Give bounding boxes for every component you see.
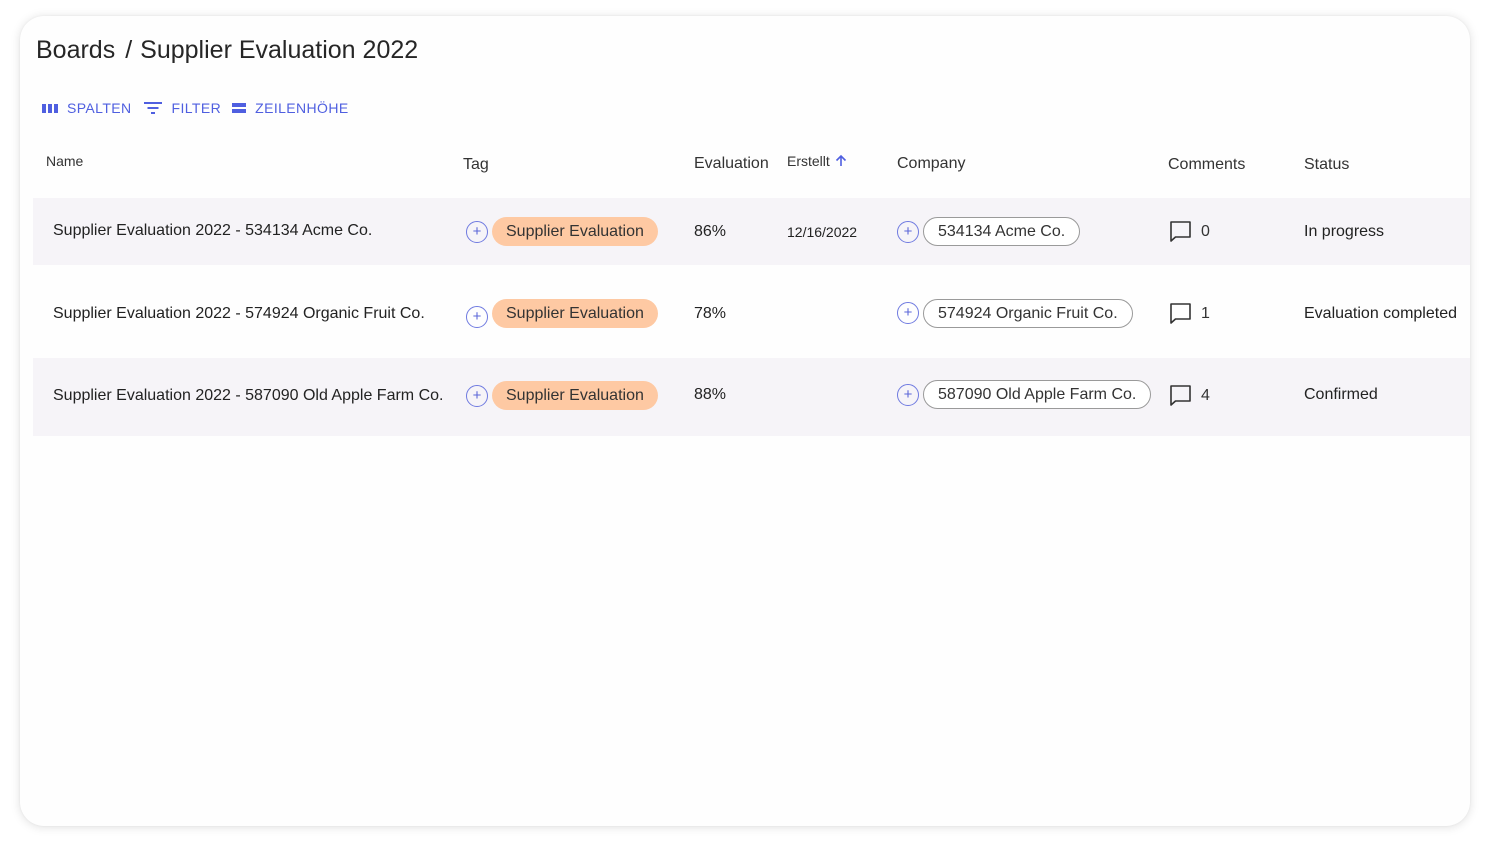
comment-icon — [1170, 221, 1191, 242]
tag-chip[interactable]: Supplier Evaluation — [492, 217, 658, 246]
row-comments[interactable]: 0 — [1170, 221, 1210, 242]
company-chip[interactable]: 534134 Acme Co. — [923, 217, 1081, 246]
add-tag-button[interactable]: + — [466, 385, 488, 407]
add-tag-button[interactable]: + — [466, 306, 488, 328]
add-tag-button[interactable]: + — [466, 221, 488, 243]
breadcrumb-separator: / — [125, 36, 133, 64]
column-header-status[interactable]: Status — [1304, 156, 1349, 174]
filter-button[interactable]: FILTER — [143, 100, 222, 116]
columns-button-label: SPALTEN — [67, 100, 132, 116]
table-row[interactable]: Supplier Evaluation 2022 - 534134 Acme C… — [33, 198, 1470, 265]
company-chip[interactable]: 587090 Old Apple Farm Co. — [923, 380, 1152, 409]
table-row[interactable]: Supplier Evaluation 2022 - 587090 Old Ap… — [33, 358, 1470, 436]
comment-count: 0 — [1201, 222, 1210, 240]
column-header-name[interactable]: Name — [46, 153, 83, 169]
add-company-button[interactable]: + — [897, 384, 919, 406]
columns-icon — [42, 103, 58, 113]
row-height-button[interactable]: ZEILENHÖHE — [232, 100, 348, 116]
row-status: Evaluation completed — [1304, 305, 1457, 322]
comment-count: 1 — [1201, 304, 1210, 322]
table-row[interactable]: Supplier Evaluation 2022 - 574924 Organi… — [33, 265, 1470, 358]
row-evaluation: 88% — [694, 386, 727, 403]
tag-chip[interactable]: Supplier Evaluation — [492, 299, 658, 328]
column-header-created[interactable]: Erstellt — [787, 153, 847, 169]
company-chip[interactable]: 574924 Organic Fruit Co. — [923, 299, 1133, 328]
add-company-button[interactable]: + — [897, 221, 919, 243]
comment-count: 4 — [1201, 386, 1210, 404]
comment-icon — [1170, 385, 1191, 406]
row-comments[interactable]: 1 — [1170, 303, 1210, 324]
row-created: 12/16/2022 — [787, 224, 858, 240]
page-title: Supplier Evaluation 2022 — [140, 36, 419, 64]
row-height-button-label: ZEILENHÖHE — [255, 100, 349, 116]
filter-icon — [143, 102, 162, 114]
breadcrumb: Boards / Supplier Evaluation 2022 — [36, 36, 418, 65]
column-header-created-label: Erstellt — [787, 153, 830, 169]
arrow-up-icon[interactable] — [835, 154, 847, 167]
grid-toolbar: SPALTEN FILTER ZEILENHÖHE — [42, 100, 360, 116]
column-header-tag[interactable]: Tag — [463, 156, 489, 174]
row-comments[interactable]: 4 — [1170, 385, 1210, 406]
columns-button[interactable]: SPALTEN — [42, 100, 132, 116]
row-height-icon — [232, 103, 247, 113]
row-name[interactable]: Supplier Evaluation 2022 - 534134 Acme C… — [53, 222, 372, 240]
column-header-company[interactable]: Company — [897, 155, 965, 173]
row-name[interactable]: Supplier Evaluation 2022 - 587090 Old Ap… — [53, 387, 443, 405]
comment-icon — [1170, 303, 1191, 324]
row-status: In progress — [1304, 223, 1385, 240]
row-evaluation: 86% — [694, 223, 727, 240]
breadcrumb-root[interactable]: Boards — [36, 36, 115, 64]
add-company-button[interactable]: + — [897, 302, 919, 324]
column-header-evaluation[interactable]: Evaluation — [694, 155, 769, 173]
row-name[interactable]: Supplier Evaluation 2022 - 574924 Organi… — [53, 305, 425, 323]
column-header-comments[interactable]: Comments — [1168, 156, 1245, 174]
filter-button-label: FILTER — [171, 100, 222, 116]
board-card: Boards / Supplier Evaluation 2022 SPALTEN … — [20, 16, 1470, 826]
row-status: Confirmed — [1304, 386, 1378, 403]
tag-chip[interactable]: Supplier Evaluation — [492, 381, 658, 410]
row-evaluation: 78% — [694, 305, 727, 322]
